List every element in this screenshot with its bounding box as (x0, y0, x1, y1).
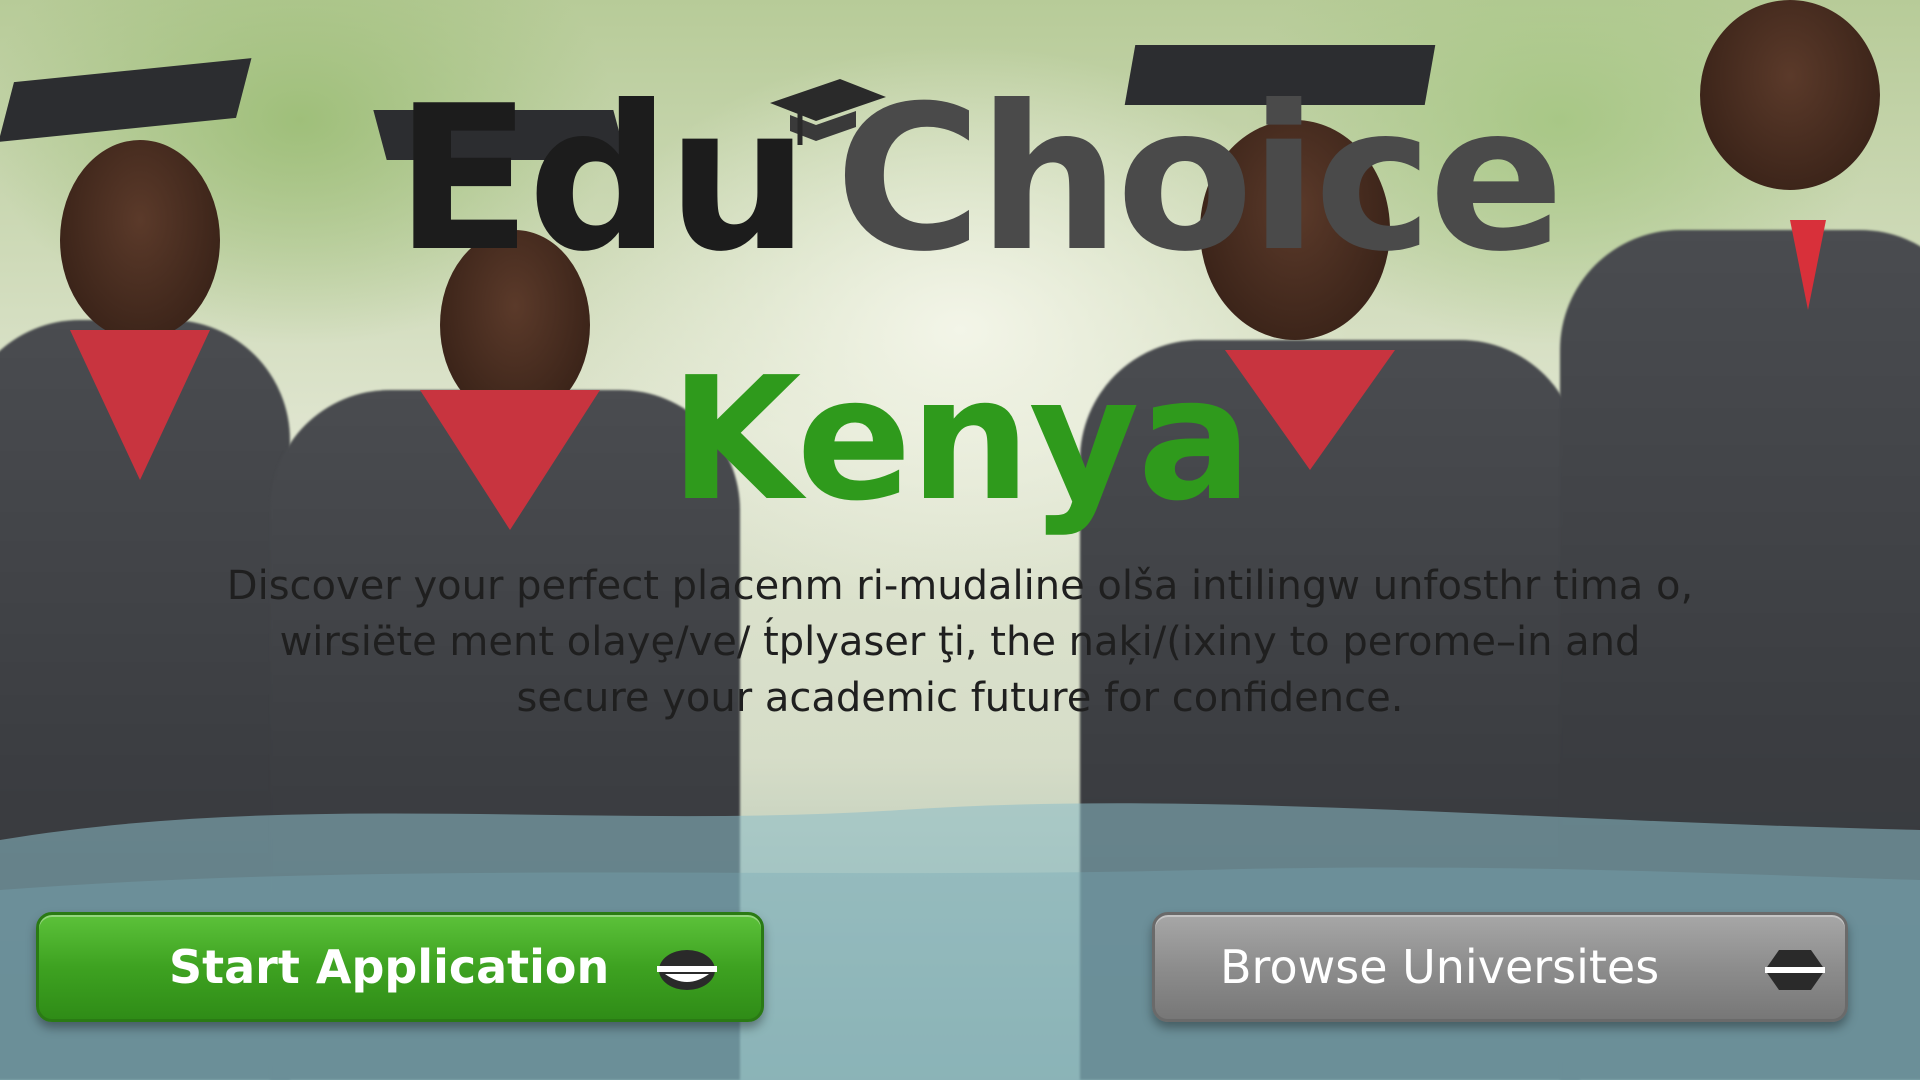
start-application-label: Start Application (169, 940, 610, 994)
chevron-right-icon (1765, 950, 1825, 990)
brand-name-part1: Edu (395, 63, 809, 296)
tagline-line: wirsiëte ment olayȩ/ve/ t́plyaser ţi, … (279, 619, 1641, 665)
country-heading: Kenya (669, 341, 1253, 539)
brand-logo: Edu Choice (395, 70, 1575, 290)
brand-name-part2: Choice (835, 63, 1564, 296)
graduate-head (60, 140, 220, 340)
necktie (1790, 220, 1826, 310)
browse-universities-button[interactable]: Browse Universites (1152, 912, 1848, 1022)
chevron-down-icon (657, 950, 717, 990)
graduate-head (1700, 0, 1880, 190)
start-application-button[interactable]: Start Application (36, 912, 764, 1022)
graduation-cap-icon (770, 79, 886, 145)
browse-universities-label: Browse Universites (1220, 940, 1660, 994)
tagline-line: secure your academic future for confiden… (516, 675, 1404, 721)
graduate-cap (0, 58, 252, 142)
tagline-line: Discover your perfect placenm ri-mudalin… (226, 563, 1694, 609)
hero-tagline: Discover your perfect placenm ri-mudalin… (110, 558, 1810, 726)
